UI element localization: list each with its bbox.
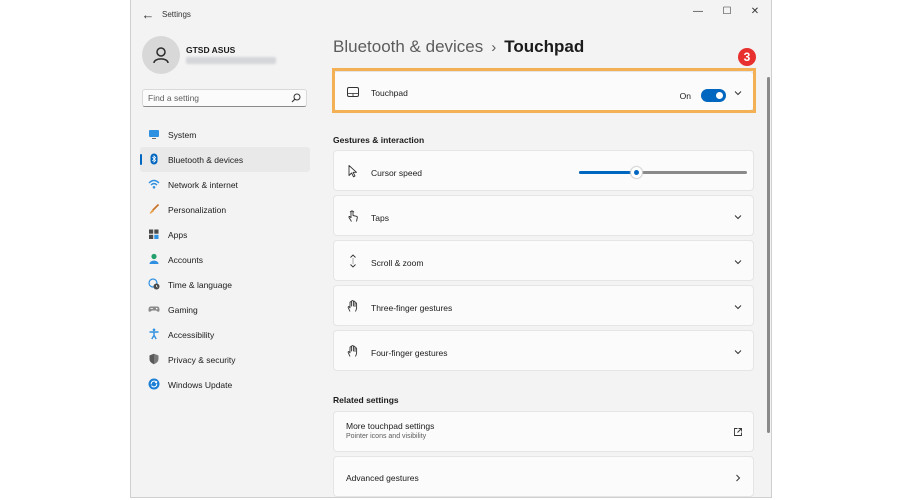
gamepad-icon <box>148 306 160 312</box>
scrollbar[interactable] <box>767 77 770 433</box>
sidebar-item-label: Apps <box>168 230 188 240</box>
chevron-down-icon[interactable] <box>733 257 743 267</box>
sidebar-item-label: Time & language <box>168 280 232 290</box>
brush-icon <box>149 203 160 214</box>
more-touchpad-settings-label: More touchpad settings <box>346 421 435 431</box>
person-icon <box>149 253 159 264</box>
sidebar-item-label: Network & internet <box>168 180 238 190</box>
sidebar-item-windows-update[interactable]: Windows Update <box>140 372 310 397</box>
sidebar-item-label: Bluetooth & devices <box>168 155 244 165</box>
sidebar-item-label: Windows Update <box>168 380 233 390</box>
three-finger-card[interactable]: Three-finger gestures <box>333 285 754 326</box>
chevron-down-icon[interactable] <box>733 302 743 312</box>
close-button[interactable]: ✕ <box>742 2 768 22</box>
update-icon <box>148 378 160 390</box>
sidebar-item-personalization[interactable]: Personalization <box>140 197 310 222</box>
window-title: Settings <box>162 10 191 19</box>
chevron-down-icon[interactable] <box>733 212 743 222</box>
sidebar-item-network[interactable]: Network & internet <box>140 172 310 197</box>
page-title: Touchpad <box>504 37 585 56</box>
globe-clock-icon <box>148 278 160 290</box>
shield-icon <box>149 353 159 365</box>
breadcrumb-separator: › <box>491 39 497 56</box>
sidebar-item-label: Privacy & security <box>168 355 236 365</box>
highlight-frame <box>332 68 756 113</box>
hand-icon <box>347 300 358 312</box>
advanced-gestures-card[interactable]: Advanced gestures <box>333 456 754 497</box>
back-arrow-icon[interactable]: ← <box>140 7 156 23</box>
sidebar-item-apps[interactable]: Apps <box>140 222 310 247</box>
four-finger-label: Four-finger gestures <box>371 348 448 358</box>
cursor-speed-card: Cursor speed <box>333 150 754 191</box>
sidebar-item-label: Accounts <box>168 255 203 265</box>
minimize-button[interactable]: — <box>685 2 711 22</box>
avatar[interactable] <box>142 36 180 74</box>
sidebar-item-accessibility[interactable]: Accessibility <box>140 322 310 347</box>
external-link-icon[interactable] <box>733 427 743 437</box>
sidebar-item-label: System <box>168 130 197 140</box>
maximize-button[interactable]: ☐ <box>714 2 740 22</box>
more-touchpad-settings-sub: Pointer icons and visibility <box>346 433 427 440</box>
cursor-speed-slider[interactable] <box>579 167 747 178</box>
search-box[interactable] <box>142 89 307 107</box>
scroll-icon <box>350 254 356 268</box>
settings-window: ← Settings — ☐ ✕ GTSD ASUS System <box>130 0 772 498</box>
step-badge: 3 <box>738 48 756 66</box>
tap-icon <box>348 210 358 222</box>
more-touchpad-settings-card[interactable]: More touchpad settings Pointer icons and… <box>333 411 754 452</box>
bluetooth-icon <box>150 153 158 165</box>
sidebar-item-system[interactable]: System <box>140 122 310 147</box>
taps-label: Taps <box>371 213 389 223</box>
cursor-icon <box>348 165 357 178</box>
sidebar-item-label: Personalization <box>168 205 227 215</box>
wifi-icon <box>148 179 160 189</box>
chevron-right-icon[interactable] <box>733 473 743 483</box>
sidebar-item-accounts[interactable]: Accounts <box>140 247 310 272</box>
accessibility-icon <box>149 328 159 340</box>
taps-card[interactable]: Taps <box>333 195 754 236</box>
user-email-blurred <box>186 57 276 64</box>
four-finger-card[interactable]: Four-finger gestures <box>333 330 754 371</box>
chevron-down-icon[interactable] <box>733 347 743 357</box>
breadcrumb-parent[interactable]: Bluetooth & devices <box>333 37 483 56</box>
user-name: GTSD ASUS <box>186 45 236 55</box>
scroll-zoom-card[interactable]: Scroll & zoom <box>333 240 754 281</box>
search-input[interactable] <box>148 92 283 104</box>
hand-icon <box>347 345 358 357</box>
person-icon <box>153 47 169 64</box>
sidebar-item-label: Gaming <box>168 305 198 315</box>
cursor-speed-label: Cursor speed <box>371 168 423 178</box>
sidebar-item-gaming[interactable]: Gaming <box>140 297 310 322</box>
section-title-gestures: Gestures & interaction <box>333 135 425 145</box>
sidebar-item-privacy-security[interactable]: Privacy & security <box>140 347 310 372</box>
breadcrumb: Bluetooth & devices › Touchpad <box>333 37 584 57</box>
sidebar-item-bluetooth-devices[interactable]: Bluetooth & devices <box>140 147 310 172</box>
title-bar: ← Settings — ☐ ✕ <box>131 0 771 30</box>
slider-fill <box>579 171 636 174</box>
advanced-gestures-label: Advanced gestures <box>346 473 419 483</box>
sidebar-item-label: Accessibility <box>168 330 215 340</box>
three-finger-label: Three-finger gestures <box>371 303 453 313</box>
monitor-icon <box>149 130 159 139</box>
slider-thumb[interactable] <box>631 167 642 178</box>
sidebar-nav: System Bluetooth & devices Network & int… <box>140 122 310 397</box>
scroll-zoom-label: Scroll & zoom <box>371 258 424 268</box>
apps-icon <box>149 229 159 239</box>
sidebar-item-time-language[interactable]: Time & language <box>140 272 310 297</box>
section-title-related: Related settings <box>333 395 399 405</box>
search-icon[interactable] <box>291 93 301 103</box>
